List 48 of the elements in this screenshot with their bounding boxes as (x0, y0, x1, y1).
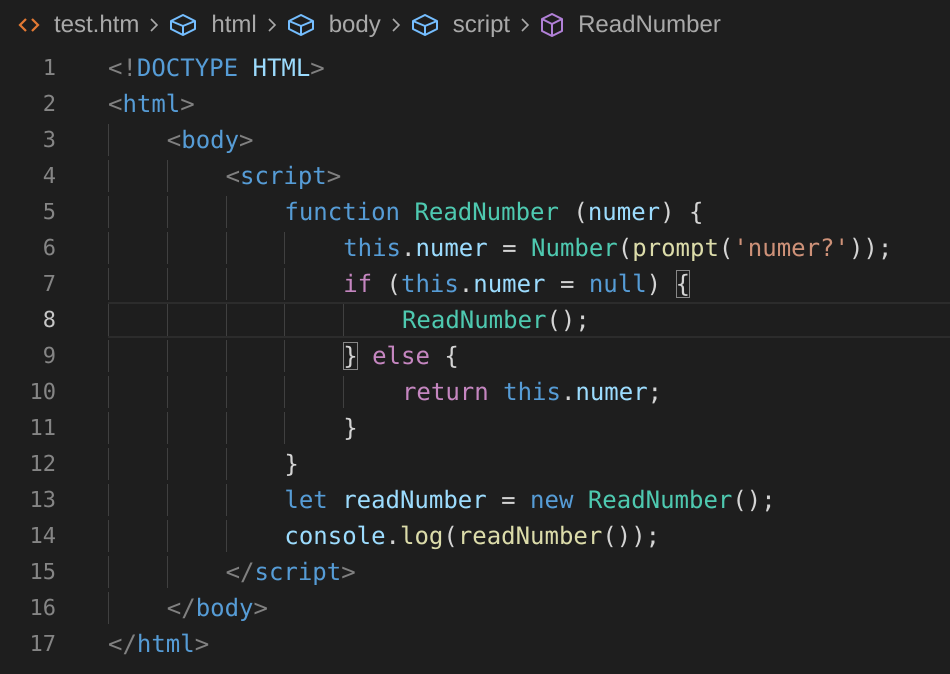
line-number: 2 (42, 90, 56, 118)
line-number: 15 (28, 558, 56, 586)
line-number: 16 (28, 594, 56, 622)
breadcrumb-item[interactable]: body (328, 7, 381, 43)
code-line: let readNumber = new ReadNumber(); (284, 485, 776, 516)
code-line: </html> (108, 629, 210, 660)
line-number: 10 (28, 378, 56, 406)
breadcrumb-item[interactable]: html (211, 7, 257, 43)
chevron-right-icon (520, 17, 530, 33)
code-line: </script> (226, 557, 356, 588)
cube-icon (410, 13, 439, 37)
code-line: function ReadNumber (numer) { (284, 197, 704, 228)
cube-icon (169, 13, 198, 37)
code-line: console.log(readNumber()); (284, 521, 660, 552)
line-number: 13 (28, 486, 56, 514)
line-number: 6 (42, 234, 56, 262)
breadcrumb-item[interactable]: ReadNumber (578, 7, 721, 43)
code-line: <html> (108, 89, 195, 120)
line-number: 14 (28, 522, 56, 550)
line-number: 11 (28, 414, 56, 442)
line-number: 7 (42, 270, 56, 298)
breadcrumb-item[interactable]: script (452, 7, 510, 43)
chevron-right-icon (390, 17, 401, 33)
code-line: } (343, 413, 358, 444)
line-number: 17 (28, 630, 56, 658)
code-file-icon (18, 17, 40, 33)
line-number: 1 (42, 54, 56, 82)
code-line: } (284, 449, 299, 480)
breadcrumb-item[interactable]: test.htm (54, 7, 140, 43)
line-number: 4 (42, 162, 56, 190)
code-line: return this.numer; (402, 377, 662, 408)
code-line: this.numer = Number(prompt('numer?')); (343, 233, 892, 264)
line-number: 9 (42, 342, 56, 370)
code-line: ReadNumber(); (402, 305, 590, 336)
code-line: <script> (226, 161, 342, 192)
code-line: </body> (166, 593, 268, 624)
line-number: 12 (28, 450, 56, 478)
chevron-right-icon (149, 17, 160, 33)
chevron-right-icon (266, 17, 277, 33)
line-number: 5 (42, 198, 56, 226)
code-line: <body> (166, 125, 254, 156)
code-line: if (this.numer = null) { (343, 269, 690, 300)
cube-icon (286, 13, 315, 37)
line-number: 3 (42, 126, 56, 154)
cube-icon (540, 12, 564, 38)
code-line: } else { (343, 341, 459, 372)
code-line: <!DOCTYPE HTML> (108, 53, 325, 84)
line-number: 8 (42, 306, 56, 334)
